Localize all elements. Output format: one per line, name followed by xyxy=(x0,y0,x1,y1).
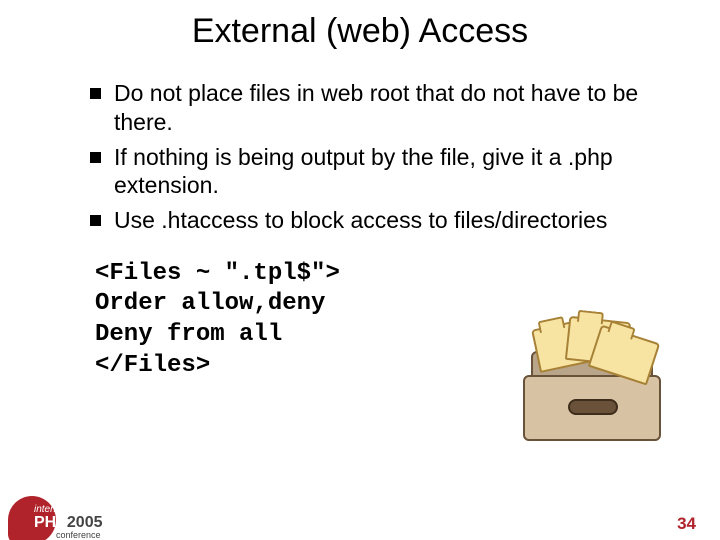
bullet-list: Do not place files in web root that do n… xyxy=(50,79,680,235)
bullet-item: Do not place files in web root that do n… xyxy=(90,79,680,137)
logo-year: 2005 xyxy=(67,514,103,531)
box-handle xyxy=(568,399,618,415)
file-box-illustration xyxy=(523,317,658,437)
conference-logo: international PHP2005 conference xyxy=(8,496,128,540)
bullet-item: If nothing is being output by the file, … xyxy=(90,143,680,201)
logo-line3: conference xyxy=(56,530,101,540)
page-number: 34 xyxy=(677,514,696,534)
slide-title: External (web) Access xyxy=(0,12,720,51)
bullet-item: Use .htaccess to block access to files/d… xyxy=(90,206,680,235)
logo-php: PHP xyxy=(34,514,67,531)
